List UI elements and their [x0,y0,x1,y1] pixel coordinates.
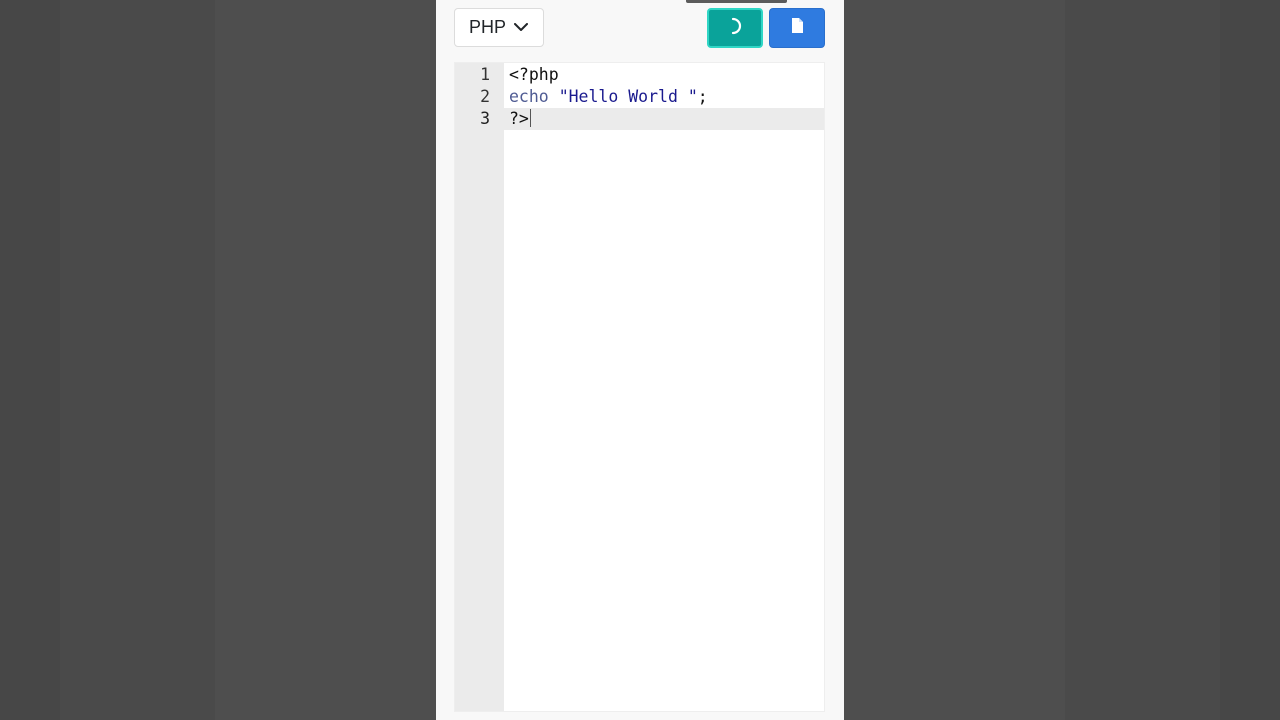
line-number: 2 [480,87,490,106]
code-line[interactable]: 3 ?> [455,108,824,130]
file-icon [791,17,804,39]
backdrop-right-outer [1220,0,1280,720]
line-number: 3 [480,109,490,128]
code-text: <?php [509,64,559,86]
top-indicator-bar [686,0,787,3]
line-number-gutter [455,63,504,711]
code-token-plain: <?php [509,65,559,84]
backdrop-left-outer [0,0,60,720]
language-select[interactable]: PHP [454,8,544,47]
code-token-plain: ; [697,87,708,106]
code-token-kw: echo [509,87,549,106]
code-line[interactable]: 1 <?php [455,64,824,86]
language-select-label: PHP [469,17,507,37]
chevron-down-icon [514,23,529,32]
code-token-str: "Hello World " [558,87,698,106]
backdrop-right-middle [1065,0,1220,720]
code-editor-panel: PHP 1 <?php 2 echo "Hello World "; 3 ?> [436,0,844,720]
text-cursor [529,109,531,127]
backdrop-left-middle [60,0,215,720]
spinner-icon [727,17,743,40]
backdrop-left-inner [215,0,436,720]
code-line[interactable]: 2 echo "Hello World "; [455,86,824,108]
code-text: ?> [509,108,531,130]
code-text: echo "Hello World "; [509,86,708,108]
backdrop-right-inner [844,0,1065,720]
code-token-plain: ?> [509,109,529,128]
line-number: 1 [480,65,490,84]
run-button[interactable] [707,8,763,48]
save-file-button[interactable] [769,8,825,48]
code-editor[interactable]: 1 <?php 2 echo "Hello World "; 3 ?> [454,62,825,712]
